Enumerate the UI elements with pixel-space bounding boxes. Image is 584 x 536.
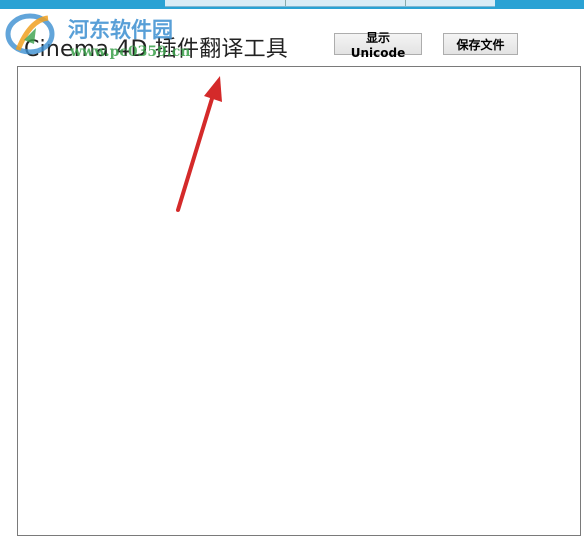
title-bar: [0, 0, 584, 9]
save-file-button[interactable]: 保存文件: [443, 33, 518, 55]
page-title: Cinema 4D 插件翻译工具: [24, 37, 288, 62]
translation-text-area[interactable]: [17, 66, 581, 536]
show-unicode-button[interactable]: 显示Unicode: [334, 31, 422, 60]
tab-strip: [165, 0, 495, 7]
